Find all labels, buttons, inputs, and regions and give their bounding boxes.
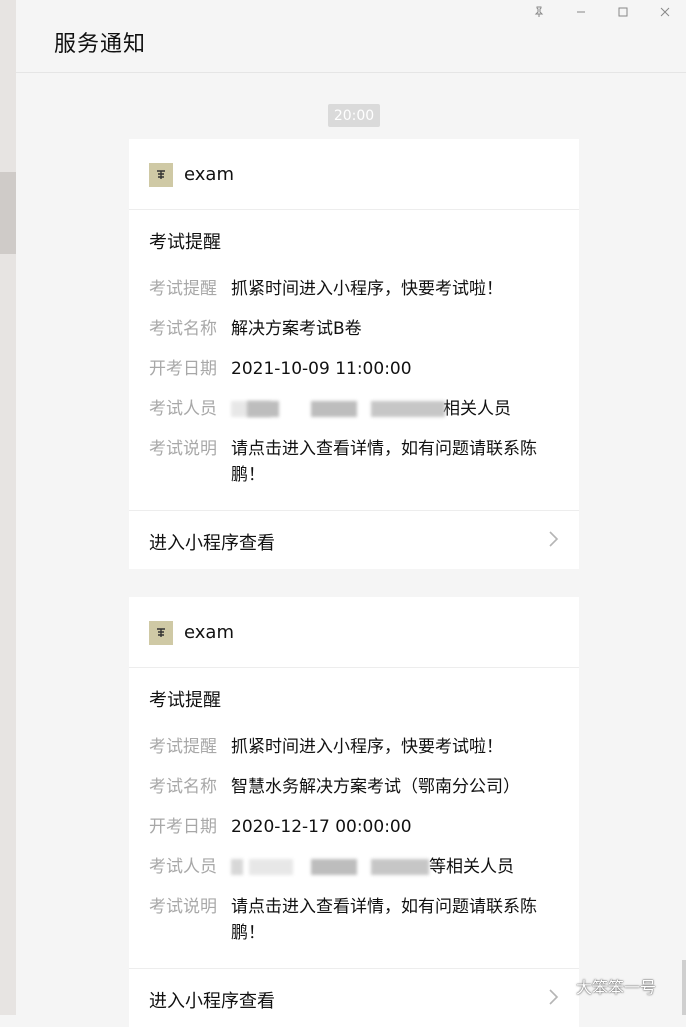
participants-suffix: 相关人员: [443, 399, 511, 419]
message-timestamp: 20:00: [328, 104, 380, 127]
footer-label: 进入小程序查看: [149, 533, 275, 554]
field-exam-name: 考试名称 智慧水务解决方案考试（鄂南分公司）: [149, 774, 559, 800]
field-label: 考试说明: [149, 897, 217, 917]
field-label: 考试名称: [149, 319, 217, 339]
app-icon: [149, 621, 173, 645]
field-participants: 考试人员 等相关人员: [149, 854, 559, 880]
field-start-date: 开考日期 2020-12-17 00:00:00: [149, 814, 559, 840]
notification-card[interactable]: exam 考试提醒 考试提醒 抓紧时间进入小程序，快要考试啦！ 考试名称 智慧水…: [129, 597, 579, 1027]
open-miniprogram-link[interactable]: 进入小程序查看: [129, 968, 579, 1027]
field-start-date: 开考日期 2021-10-09 11:00:00: [149, 356, 559, 382]
field-value: 请点击进入查看详情，如有问题请联系陈鹏！: [231, 439, 537, 485]
field-label: 考试说明: [149, 439, 217, 459]
participants-suffix: 等相关人员: [429, 857, 514, 877]
card-title: 考试提醒: [149, 232, 221, 253]
pin-icon[interactable]: [518, 0, 560, 24]
page-title: 服务通知: [54, 32, 147, 57]
field-value: 等相关人员: [231, 854, 559, 880]
field-label: 考试人员: [149, 857, 217, 877]
left-scroll-thumb[interactable]: [0, 172, 16, 254]
notification-card[interactable]: exam 考试提醒 考试提醒 抓紧时间进入小程序，快要考试啦！ 考试名称 解决方…: [129, 139, 579, 569]
redacted-names: [231, 396, 445, 422]
field-value: 智慧水务解决方案考试（鄂南分公司）: [231, 777, 520, 797]
field-description: 考试说明 请点击进入查看详情，如有问题请联系陈鹏！: [149, 894, 559, 946]
maximize-icon[interactable]: [602, 0, 644, 24]
field-label: 开考日期: [149, 817, 217, 837]
app-icon: [149, 163, 173, 187]
wechat-icon: [548, 977, 569, 994]
app-name: exam: [184, 622, 234, 643]
field-value: 请点击进入查看详情，如有问题请联系陈鹏！: [231, 897, 537, 943]
redacted-names: [231, 854, 429, 880]
card-title: 考试提醒: [149, 690, 221, 711]
watermark: 大笨笨一号: [548, 974, 656, 998]
card-body: 考试提醒 考试提醒 抓紧时间进入小程序，快要考试啦！ 考试名称 智慧水务解决方案…: [129, 668, 579, 968]
field-description: 考试说明 请点击进入查看详情，如有问题请联系陈鹏！: [149, 436, 559, 488]
field-label: 考试提醒: [149, 279, 217, 299]
field-value: 解决方案考试B卷: [231, 319, 362, 339]
minimize-icon[interactable]: [560, 0, 602, 24]
watermark-text: 大笨笨一号: [576, 978, 657, 997]
field-participants: 考试人员 相关人员: [149, 396, 559, 422]
field-label: 考试名称: [149, 777, 217, 797]
scrollbar[interactable]: [682, 960, 686, 1015]
field-reminder: 考试提醒 抓紧时间进入小程序，快要考试啦！: [149, 734, 559, 760]
chat-header: 服务通知: [16, 0, 686, 73]
open-miniprogram-link[interactable]: 进入小程序查看: [129, 510, 579, 569]
field-reminder: 考试提醒 抓紧时间进入小程序，快要考试啦！: [149, 276, 559, 302]
card-header: exam: [129, 597, 579, 668]
field-value: 2021-10-09 11:00:00: [231, 359, 412, 379]
card-header: exam: [129, 139, 579, 210]
card-body: 考试提醒 考试提醒 抓紧时间进入小程序，快要考试啦！ 考试名称 解决方案考试B卷…: [129, 210, 579, 510]
window-controls: [518, 0, 686, 24]
field-value: 2020-12-17 00:00:00: [231, 817, 412, 837]
field-label: 考试人员: [149, 399, 217, 419]
field-label: 考试提醒: [149, 737, 217, 757]
left-panel-edge: [0, 0, 16, 1015]
field-value: 抓紧时间进入小程序，快要考试啦！: [231, 737, 503, 757]
field-value: 抓紧时间进入小程序，快要考试啦！: [231, 279, 503, 299]
chevron-right-icon: [549, 531, 559, 547]
footer-label: 进入小程序查看: [149, 991, 275, 1012]
field-label: 开考日期: [149, 359, 217, 379]
app-name: exam: [184, 164, 234, 185]
field-exam-name: 考试名称 解决方案考试B卷: [149, 316, 559, 342]
close-icon[interactable]: [644, 0, 686, 24]
field-value: 相关人员: [231, 396, 559, 422]
